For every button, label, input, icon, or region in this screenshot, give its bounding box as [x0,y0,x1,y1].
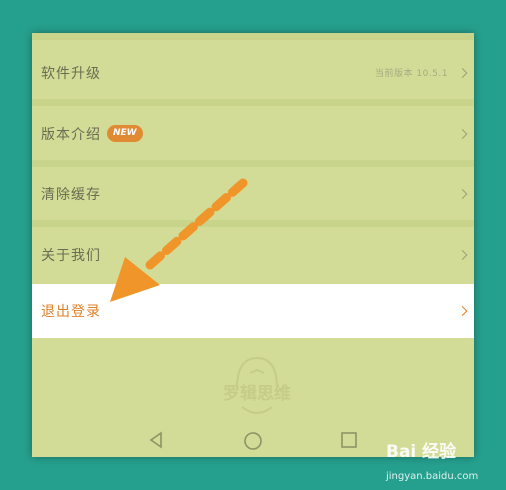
app-logo: 罗辑思维 [223,356,291,414]
divider [32,99,474,106]
phone-screen: 软件升级 当前版本 10.5.1 版本介绍 NEW 清除缓存 关于我们 退出登录… [32,33,474,457]
clear-cache-row[interactable]: 清除缓存 [32,167,474,220]
recent-apps-square-icon[interactable] [340,431,358,449]
watermark-brand: Bai 经验 [386,441,457,462]
chevron-right-icon [457,188,468,199]
logo-text: 罗辑思维 [223,383,291,404]
divider [32,33,474,40]
chevron-right-icon [457,249,468,260]
about-us-label: 关于我们 [41,247,101,264]
watermark-url: jingyan.baidu.com [385,471,478,482]
version-intro-label: 版本介绍 [41,126,101,143]
chevron-right-icon [457,67,468,78]
back-triangle-icon[interactable] [147,431,165,449]
current-version-text: 当前版本 10.5.1 [375,69,448,79]
software-upgrade-row[interactable]: 软件升级 当前版本 10.5.1 [32,46,474,99]
chevron-right-icon [457,306,468,316]
logout-label: 退出登录 [41,304,101,320]
home-circle-icon[interactable] [243,431,263,451]
baidu-jingyan-watermark: Bai 经验 jingyan.baidu.com [385,441,478,482]
version-intro-row[interactable]: 版本介绍 NEW [32,107,474,160]
logout-row[interactable]: 退出登录 [32,284,474,338]
about-us-row[interactable]: 关于我们 [32,228,474,281]
software-upgrade-label: 软件升级 [41,65,101,82]
divider [32,220,474,227]
new-badge: NEW [107,125,143,142]
clear-cache-label: 清除缓存 [41,186,101,203]
chevron-right-icon [457,128,468,139]
divider [32,160,474,167]
